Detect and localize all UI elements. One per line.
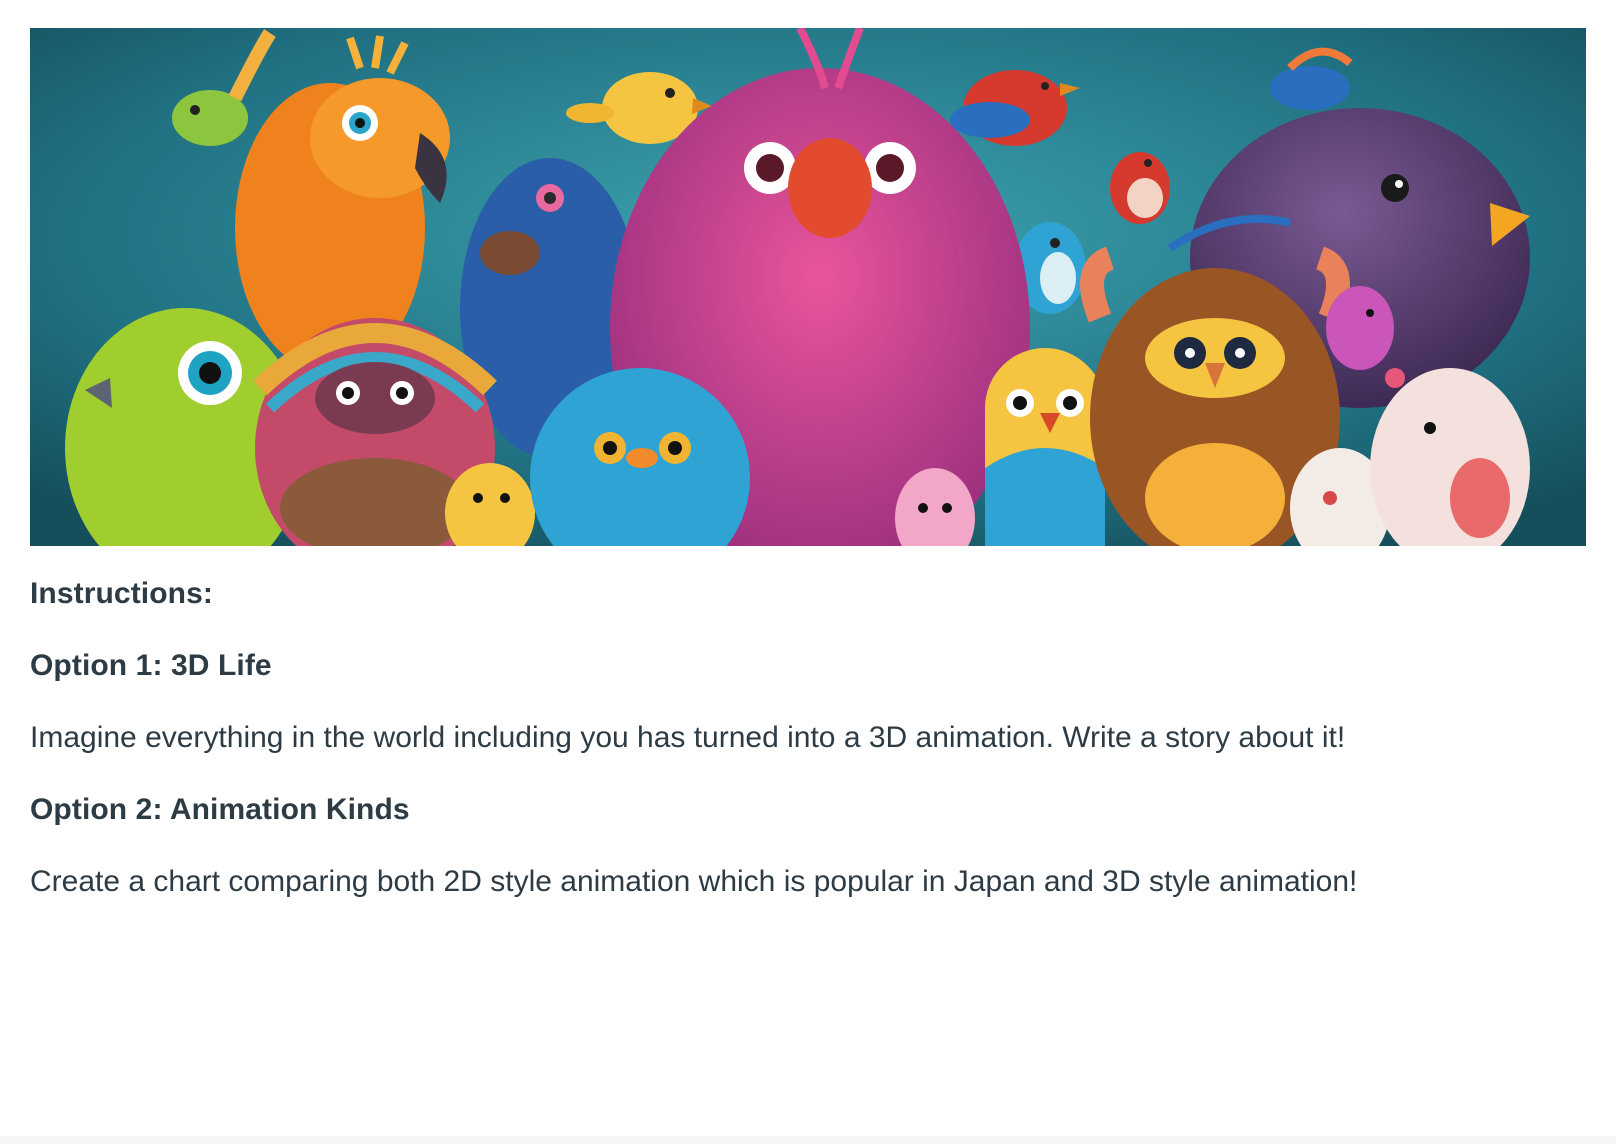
- banner-image: [30, 28, 1586, 546]
- bottom-edge: [0, 1136, 1616, 1144]
- option1-title: Option 1: 3D Life: [30, 649, 272, 682]
- instructions-content: Instructions: Option 1: 3D Life Imagine …: [30, 576, 1586, 900]
- pink-chicken: [1326, 286, 1394, 370]
- instructions-title: Instructions:: [30, 577, 213, 610]
- small-red-bird-mid: [1110, 152, 1170, 224]
- option2-text: Create a chart comparing both 2D style a…: [30, 865, 1358, 898]
- option1-text: Imagine everything in the world includin…: [30, 721, 1346, 754]
- yellow-tall-bird: [985, 348, 1105, 546]
- option2-title: Option 2: Animation Kinds: [30, 793, 410, 826]
- assignment-page: Instructions: Option 1: 3D Life Imagine …: [30, 28, 1586, 936]
